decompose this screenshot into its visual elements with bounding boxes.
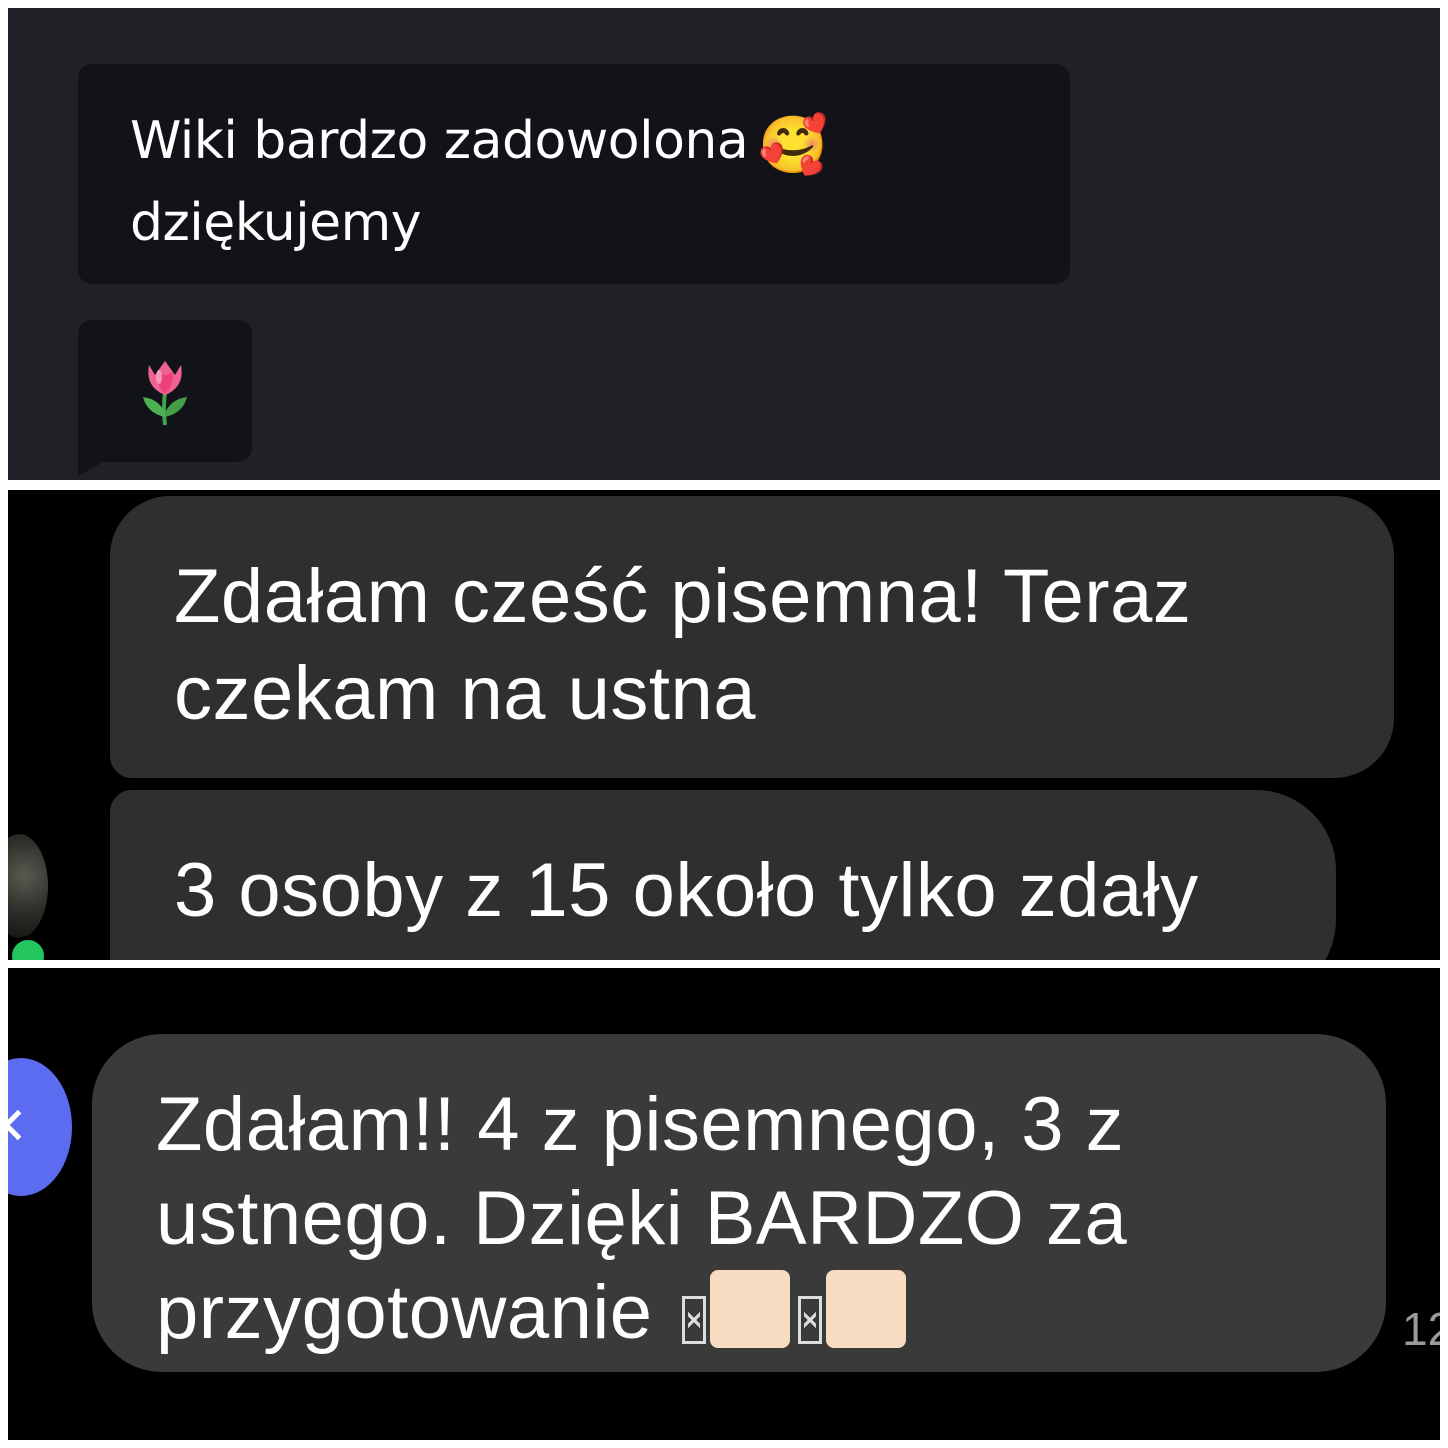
message-text: Wiki bardzo zadowolona — [130, 111, 749, 171]
missing-glyph-icon — [798, 1296, 823, 1345]
bubble-tail — [78, 448, 128, 476]
tulip-emoji-icon — [143, 361, 187, 426]
message-timestamp: 12 — [1402, 1303, 1440, 1355]
skin-tone-modifier-icon — [826, 1270, 907, 1349]
message-text: przygotowanie — [156, 1270, 653, 1356]
message-text: Zdałam cześć pisemna! Teraz czekam na us… — [174, 554, 1192, 737]
online-status-dot-icon — [8, 936, 48, 960]
message-bubble-tulip[interactable] — [78, 320, 252, 462]
missing-glyph-icon — [682, 1296, 707, 1345]
message-text: 3 osoby z 15 około tylko zdały — [174, 848, 1199, 933]
skin-tone-modifier-icon — [710, 1270, 791, 1349]
chat-panel-2: Zdałam cześć pisemna! Teraz czekam na us… — [8, 490, 1440, 960]
message-bubble-passed-thanks[interactable]: Zdałam!! 4 z pisemnego, 3 z ustnego. Dzi… — [92, 1034, 1386, 1372]
message-text: Zdałam!! 4 z pisemnego, 3 z — [156, 1082, 1125, 1167]
message-text: dziękujemy — [130, 193, 422, 254]
chat-panel-1: Wiki bardzo zadowolona 🥰 dziękujemy — [8, 8, 1440, 480]
screenshot-collage: Wiki bardzo zadowolona 🥰 dziękujemy Zdała… — [0, 0, 1448, 1448]
smiling-hearts-emoji-icon: 🥰 — [758, 113, 828, 178]
chat-panel-3: ✕ Zdałam!! 4 z pisemnego, 3 z ustnego. D… — [8, 968, 1440, 1440]
message-bubble-thanks[interactable]: Wiki bardzo zadowolona 🥰 dziękujemy — [78, 64, 1070, 284]
avatar-initial-icon: ✕ — [8, 1097, 28, 1157]
message-text: ustnego. Dzięki BARDZO za — [156, 1176, 1128, 1262]
avatar[interactable]: ✕ — [8, 1058, 72, 1196]
message-bubble-written-exam[interactable]: Zdałam cześć pisemna! Teraz czekam na us… — [110, 496, 1394, 778]
avatar[interactable] — [8, 834, 48, 938]
message-bubble-pass-count[interactable]: 3 osoby z 15 około tylko zdały — [110, 790, 1336, 960]
